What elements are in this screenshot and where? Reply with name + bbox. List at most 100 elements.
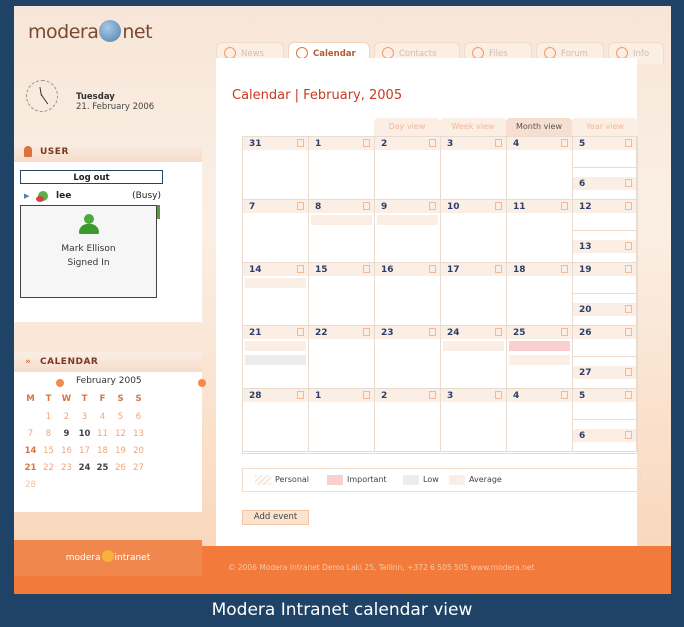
calendar-day-cell[interactable]: 17 — [441, 263, 507, 326]
add-entry-icon[interactable] — [561, 328, 568, 336]
modera-logo[interactable]: modera net — [28, 20, 153, 43]
add-entry-icon[interactable] — [297, 328, 304, 336]
calendar-day-cell[interactable]: 1 — [309, 137, 375, 200]
add-entry-icon[interactable] — [363, 139, 370, 147]
mini-calendar-day[interactable]: 27 — [130, 463, 147, 473]
add-entry-icon[interactable] — [625, 179, 632, 187]
user-list-item[interactable]: ▶ lee (Busy) — [20, 188, 163, 204]
add-entry-icon[interactable] — [429, 265, 436, 273]
calendar-weekend-cell[interactable]: 26 — [573, 326, 637, 357]
add-entry-icon[interactable] — [561, 202, 568, 210]
calendar-weekend-cell[interactable]: 19 — [573, 263, 637, 294]
logout-button[interactable]: Log out — [20, 170, 163, 184]
add-entry-icon[interactable] — [625, 328, 632, 336]
calendar-day-cell[interactable]: 14 — [243, 263, 309, 326]
mini-calendar-day[interactable]: 14 — [22, 446, 39, 456]
add-entry-icon[interactable] — [429, 328, 436, 336]
mini-calendar-day[interactable]: 9 — [58, 429, 75, 439]
mini-calendar-day[interactable]: 22 — [40, 463, 57, 473]
calendar-weekend-cell[interactable]: 5 — [573, 137, 637, 168]
mini-calendar-day[interactable]: 17 — [76, 446, 93, 456]
mini-calendar-day[interactable]: 16 — [58, 446, 75, 456]
calendar-day-cell[interactable]: 25 — [507, 326, 573, 389]
calendar-day-cell[interactable]: 28 — [243, 389, 309, 452]
calendar-day-cell[interactable]: 16 — [375, 263, 441, 326]
add-entry-icon[interactable] — [495, 139, 502, 147]
calendar-day-cell[interactable]: 8 — [309, 200, 375, 263]
mini-calendar-day[interactable]: 4 — [94, 412, 111, 422]
mini-calendar-day[interactable]: 6 — [130, 412, 147, 422]
add-entry-icon[interactable] — [297, 139, 304, 147]
calendar-day-cell[interactable]: 3 — [441, 389, 507, 452]
calendar-day-cell[interactable]: 15 — [309, 263, 375, 326]
tab-week-view[interactable]: Week view — [440, 118, 506, 136]
add-entry-icon[interactable] — [625, 202, 632, 210]
mini-calendar-day[interactable]: 25 — [94, 463, 111, 473]
mini-calendar-day[interactable]: 10 — [76, 429, 93, 439]
tab-day-view[interactable]: Day view — [374, 118, 440, 136]
add-entry-icon[interactable] — [429, 391, 436, 399]
add-event-button[interactable]: Add event — [242, 510, 309, 525]
add-entry-icon[interactable] — [561, 139, 568, 147]
expand-arrow-icon[interactable]: ▶ — [24, 188, 29, 204]
calendar-event[interactable] — [311, 215, 372, 225]
mini-calendar-day[interactable]: 21 — [22, 463, 39, 473]
calendar-day-cell[interactable]: 31 — [243, 137, 309, 200]
add-entry-icon[interactable] — [625, 368, 632, 376]
calendar-day-cell[interactable]: 3 — [441, 137, 507, 200]
calendar-day-cell[interactable]: 1 — [309, 389, 375, 452]
mini-calendar-day[interactable]: 3 — [76, 412, 93, 422]
add-entry-icon[interactable] — [625, 431, 632, 439]
calendar-day-cell[interactable]: 21 — [243, 326, 309, 389]
add-entry-icon[interactable] — [297, 391, 304, 399]
calendar-day-cell[interactable]: 4 — [507, 389, 573, 452]
calendar-event[interactable] — [509, 355, 570, 365]
calendar-weekend-cell[interactable]: 12 — [573, 200, 637, 231]
calendar-section-header[interactable]: » CALENDAR — [14, 352, 202, 372]
add-entry-icon[interactable] — [363, 202, 370, 210]
add-entry-icon[interactable] — [625, 242, 632, 250]
add-entry-icon[interactable] — [363, 328, 370, 336]
calendar-weekend-cell[interactable]: 20 — [573, 294, 637, 326]
mini-calendar-day[interactable]: 24 — [76, 463, 93, 473]
calendar-weekend-cell[interactable]: 27 — [573, 357, 637, 389]
mini-calendar-day[interactable]: 7 — [22, 429, 39, 439]
mini-calendar-day[interactable]: 11 — [94, 429, 111, 439]
add-entry-icon[interactable] — [625, 265, 632, 273]
calendar-day-cell[interactable]: 4 — [507, 137, 573, 200]
next-month-icon[interactable] — [198, 379, 206, 387]
add-entry-icon[interactable] — [429, 202, 436, 210]
mini-calendar-day[interactable]: 2 — [58, 412, 75, 422]
mini-calendar-day[interactable]: 26 — [112, 463, 129, 473]
add-entry-icon[interactable] — [561, 391, 568, 399]
calendar-day-cell[interactable]: 18 — [507, 263, 573, 326]
add-entry-icon[interactable] — [363, 265, 370, 273]
calendar-day-cell[interactable]: 24 — [441, 326, 507, 389]
calendar-day-cell[interactable]: 11 — [507, 200, 573, 263]
calendar-weekend-cell[interactable]: 6 — [573, 168, 637, 200]
add-entry-icon[interactable] — [297, 265, 304, 273]
calendar-day-cell[interactable]: 10 — [441, 200, 507, 263]
calendar-event[interactable] — [245, 341, 306, 351]
tab-year-view[interactable]: Year view — [572, 118, 638, 136]
prev-month-icon[interactable] — [56, 379, 64, 387]
tab-month-view[interactable]: Month view — [506, 118, 572, 136]
mini-calendar-day[interactable]: 20 — [130, 446, 147, 456]
mini-calendar-day[interactable]: 18 — [94, 446, 111, 456]
calendar-event[interactable] — [377, 215, 438, 225]
calendar-day-cell[interactable]: 2 — [375, 137, 441, 200]
calendar-day-cell[interactable]: 23 — [375, 326, 441, 389]
calendar-day-cell[interactable]: 9 — [375, 200, 441, 263]
mini-calendar-day[interactable]: 19 — [112, 446, 129, 456]
add-entry-icon[interactable] — [495, 328, 502, 336]
calendar-day-cell[interactable]: 22 — [309, 326, 375, 389]
calendar-event[interactable] — [245, 278, 306, 288]
mini-calendar-day[interactable]: 12 — [112, 429, 129, 439]
calendar-day-cell[interactable]: 7 — [243, 200, 309, 263]
calendar-event[interactable] — [509, 341, 570, 351]
calendar-weekend-cell[interactable]: 6 — [573, 420, 637, 452]
calendar-weekend-cell[interactable]: 13 — [573, 231, 637, 263]
add-entry-icon[interactable] — [625, 139, 632, 147]
add-entry-icon[interactable] — [363, 391, 370, 399]
calendar-weekend-cell[interactable]: 5 — [573, 389, 637, 420]
